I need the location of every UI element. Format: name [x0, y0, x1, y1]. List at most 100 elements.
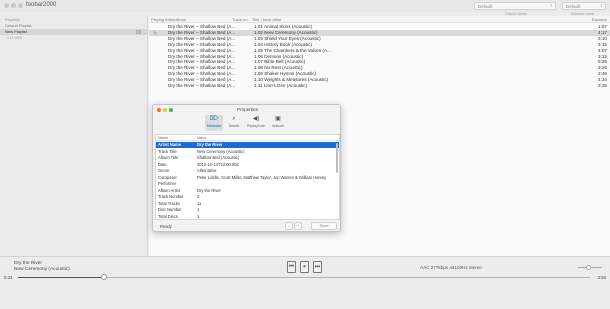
tag-icon: ⌦ — [209, 116, 219, 122]
metadata-field-name: Album Title — [158, 155, 179, 160]
title-bar: foobar2000 Default ⇕ Default ⇕ — [0, 0, 610, 12]
metadata-scrollbar[interactable] — [336, 143, 338, 173]
playlist-column-header: Playing Artist/album Track no Title / tr… — [149, 16, 610, 23]
tab-replaygain[interactable]: ◀) ReplayGain — [247, 115, 265, 131]
metadata-field-name: Disc Number — [158, 207, 182, 212]
column-value[interactable]: Value — [197, 136, 206, 140]
metadata-field-value[interactable]: 1 — [197, 214, 337, 220]
metadata-row[interactable]: Artist Name Dry the River — [156, 142, 339, 149]
properties-dialog: Properties ⌦ Metadata ⌕ Details ◀) Repla… — [152, 104, 341, 232]
sidebar-item-duration: 1:12:44:5 — [7, 36, 22, 40]
window-title: foobar2000 — [26, 2, 57, 8]
playlist-sidebar: Playlists Default Playlist New Playlist … — [0, 16, 148, 256]
metadata-row[interactable]: Date 2012-12-14T12:00:00Z — [156, 162, 339, 168]
chevron-updown-icon: ⇕ — [549, 3, 553, 8]
tab-details[interactable]: ⌕ Details — [225, 115, 243, 131]
tab-artwork[interactable]: ▣ Artwork — [269, 115, 287, 131]
properties-tabs: ⌦ Metadata ⌕ Details ◀) ReplayGain ▣ Art… — [205, 115, 295, 133]
metadata-row[interactable]: Track Title New Ceremony (Acoustic) — [156, 149, 339, 155]
previous-track-button[interactable]: ⏮ — [287, 261, 296, 273]
metadata-field-name: Total Tracks — [158, 200, 180, 206]
sidebar-item-label: Default Playlist — [5, 23, 32, 28]
image-icon: ▣ — [275, 116, 281, 122]
advance-mode-select[interactable]: Default ⇕ — [562, 2, 606, 10]
metadata-field-value[interactable]: 2 — [197, 194, 337, 200]
metadata-table: Name Value Artist Name Dry the River Track… — [155, 134, 340, 220]
volume-knob[interactable] — [585, 265, 591, 270]
sidebar-item-label: New Playlist — [5, 29, 27, 34]
close-playlist-icon[interactable]: × — [136, 30, 141, 34]
tech-info: AAC 277kbps 44100Hz stereo — [420, 265, 482, 270]
playlist-row[interactable]: Dry the River – Shallow Bed (A... 1.11 Li… — [149, 83, 610, 89]
row-track-title: 1.11 Lion's Den (Acoustic) — [254, 83, 308, 88]
pause-button[interactable]: ⏸ — [300, 261, 309, 273]
save-button[interactable]: Save — [311, 222, 337, 230]
column-track-no[interactable]: Track no — [232, 17, 247, 22]
tab-label: Artwork — [272, 124, 284, 128]
stepper-plus-button[interactable]: + — [294, 222, 302, 230]
metadata-field-value[interactable]: 2012-12-14T12:00:00Z — [197, 162, 337, 168]
metadata-field-name: Date — [158, 161, 167, 167]
metadata-field-value[interactable]: 11 — [197, 201, 337, 207]
sidebar-header: Playlists — [5, 17, 20, 22]
metadata-row[interactable]: Total Tracks 11 — [156, 201, 339, 207]
metadata-row[interactable]: Album Artist Dry the River — [156, 188, 339, 194]
output-device-select[interactable]: Default ⇕ — [474, 2, 556, 10]
column-name[interactable]: Name — [158, 136, 168, 140]
dialog-title: Properties — [237, 107, 258, 112]
metadata-field-name: Track Number — [158, 194, 184, 199]
dialog-status: Ready — [160, 224, 172, 229]
metadata-row[interactable]: Genre Alternative — [156, 168, 339, 174]
time-elapsed: 0:34 — [4, 275, 13, 280]
metadata-field-value[interactable]: 1 — [197, 207, 337, 213]
metadata-field-name: Album Artist — [158, 187, 180, 193]
row-artist-album: Dry the River – Shallow Bed (A... — [168, 83, 236, 88]
metadata-row[interactable]: Performer — [156, 181, 339, 187]
now-playing-bar: Dry the River New Ceremony (Acoustic) ⏮ … — [0, 256, 610, 309]
tab-label: ReplayGain — [247, 124, 266, 128]
metadata-column-header: Name Value — [156, 135, 339, 141]
metadata-field-value[interactable]: Dry the River — [197, 142, 337, 148]
metadata-field-value[interactable]: Alternative — [197, 168, 337, 174]
sidebar-item-new-playlist[interactable]: New Playlist × — [0, 29, 147, 35]
column-playing-artist[interactable]: Playing Artist/album — [151, 17, 186, 22]
metadata-field-value[interactable]: New Ceremony (Acoustic) — [197, 149, 337, 155]
zoom-window-icon[interactable] — [18, 3, 23, 8]
seek-knob[interactable] — [100, 274, 107, 280]
now-playing-track: New Ceremony (Acoustic) — [14, 267, 70, 272]
metadata-row[interactable]: Track Number 2 — [156, 194, 339, 200]
volume-slider[interactable] — [578, 265, 602, 270]
advance-mode-value: Default — [566, 4, 581, 9]
row-duration: 3:35 — [598, 83, 607, 88]
time-total: 3:50 — [597, 275, 606, 280]
metadata-field-name: Composer — [158, 174, 177, 180]
metadata-field-name: Artist Name — [158, 142, 181, 147]
metadata-field-name: Genre — [158, 168, 170, 173]
metadata-row[interactable]: Total Discs 1 — [156, 214, 339, 220]
tab-label: Details — [228, 124, 240, 128]
metadata-field-value[interactable]: Shallow Bed (Acoustic) — [197, 155, 337, 161]
minimize-window-icon[interactable] — [11, 3, 16, 8]
metadata-row[interactable]: Album Title Shallow Bed (Acoustic) — [156, 155, 339, 161]
metadata-field-name: Track Title — [158, 148, 177, 154]
chevron-updown-icon: ⇕ — [599, 3, 603, 8]
tab-label: Metadata — [206, 124, 222, 128]
stepper-minus-button[interactable]: – — [285, 222, 293, 230]
seek-bar[interactable] — [18, 274, 590, 280]
column-duration[interactable]: Duration — [592, 17, 607, 22]
column-title[interactable]: Title / track artist — [252, 17, 281, 22]
metadata-row[interactable]: Disc Number 1 — [156, 207, 339, 213]
metadata-field-name: Total Discs — [158, 213, 178, 219]
metadata-field-value[interactable]: Peter Liddle, Scott Miller, Matthew Tayl… — [197, 175, 337, 181]
metadata-row[interactable]: Composer Peter Liddle, Scott Miller, Matt… — [156, 175, 339, 181]
search-icon: ⌕ — [232, 116, 236, 122]
speaker-icon: ◀) — [252, 116, 260, 122]
close-window-icon[interactable] — [4, 3, 9, 8]
metadata-field-value[interactable]: Dry the River — [197, 188, 337, 194]
next-track-button[interactable]: ⏭ — [313, 261, 322, 273]
seek-progress — [18, 277, 104, 278]
tab-metadata[interactable]: ⌦ Metadata — [205, 115, 223, 131]
metadata-field-name: Performer — [158, 181, 177, 186]
now-playing-artist: Dry the River — [14, 261, 42, 266]
output-device-value: Default — [478, 4, 493, 9]
